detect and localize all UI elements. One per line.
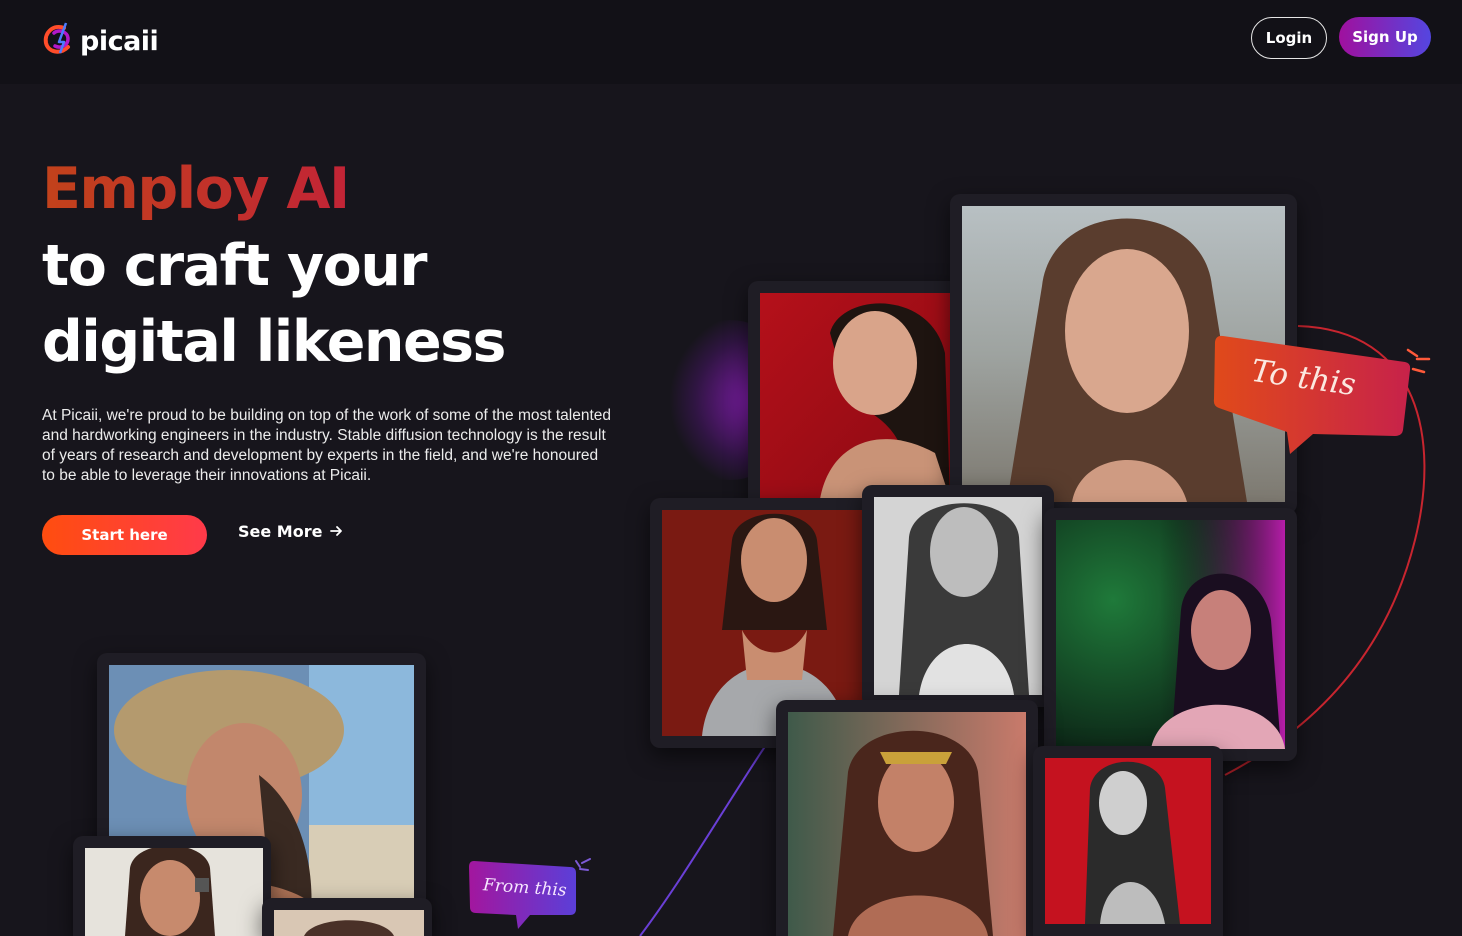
source-selfie-partial	[262, 898, 432, 936]
portrait-photo-warrior-costume	[776, 700, 1038, 936]
to-this-speech-bubble: To this	[1205, 326, 1435, 458]
portrait-photo-red-background	[748, 281, 962, 511]
portrait-photo-bw-red-background	[1033, 746, 1223, 936]
from-this-speech-bubble: From this	[466, 855, 594, 931]
portrait-photo-black-and-white	[862, 485, 1054, 707]
portrait-photo-neon-galaxy	[1044, 508, 1297, 761]
source-selfie-indoor	[73, 836, 271, 936]
